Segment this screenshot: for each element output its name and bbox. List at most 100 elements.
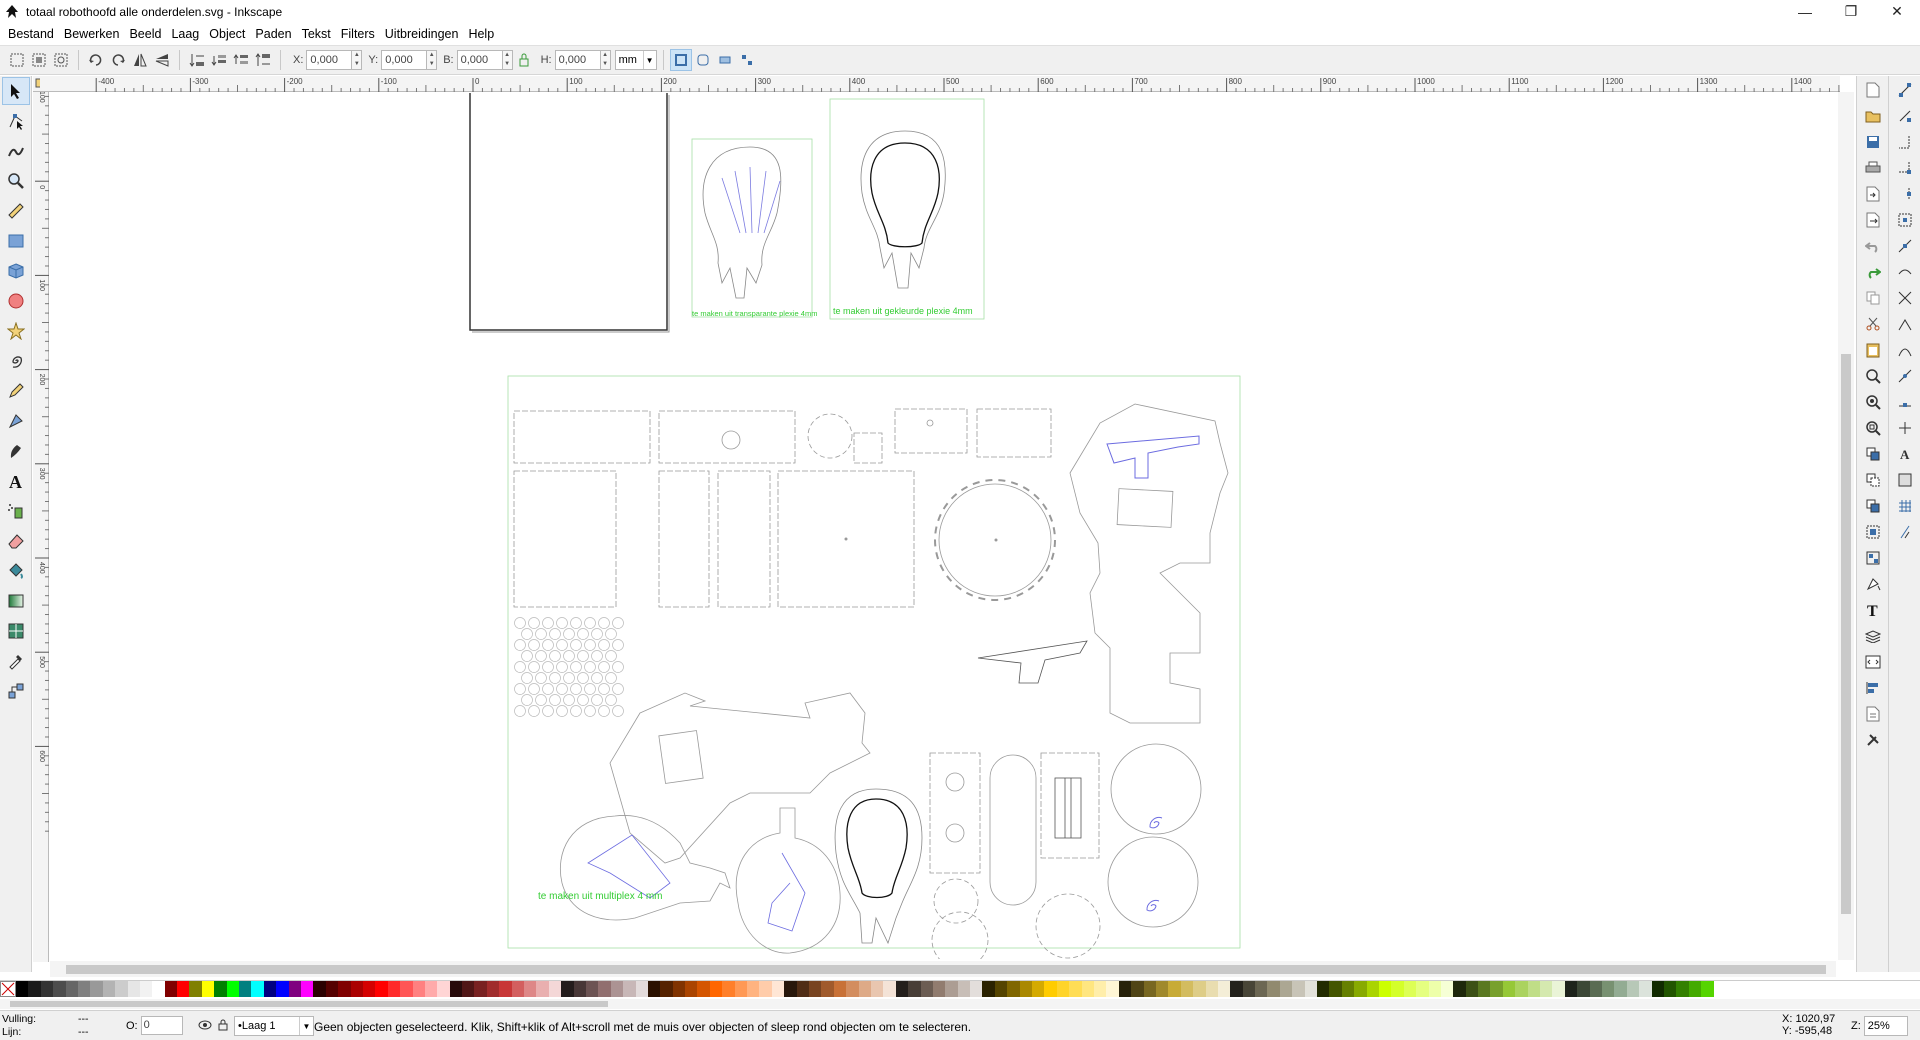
scale-stroke-toggle[interactable] xyxy=(669,49,692,71)
color-swatch[interactable] xyxy=(1317,981,1330,997)
color-swatch[interactable] xyxy=(672,981,686,997)
color-swatch[interactable] xyxy=(1515,981,1528,997)
color-swatch[interactable] xyxy=(1093,981,1107,997)
star-tool-icon[interactable] xyxy=(2,317,30,345)
snap-bbox-icon[interactable] xyxy=(1891,104,1919,128)
color-swatch[interactable] xyxy=(1626,981,1640,997)
color-swatch[interactable] xyxy=(1701,981,1714,997)
color-swatch[interactable] xyxy=(809,981,822,997)
menu-laag[interactable]: Laag xyxy=(166,27,204,41)
measure-tool-icon[interactable] xyxy=(2,197,30,225)
fill-stroke-icon[interactable] xyxy=(1859,572,1887,596)
copy-icon[interactable] xyxy=(1859,286,1887,310)
color-swatch[interactable] xyxy=(709,981,723,997)
color-swatch[interactable] xyxy=(908,981,921,997)
print-icon[interactable] xyxy=(1859,156,1887,180)
color-swatch[interactable] xyxy=(239,981,252,997)
color-swatch[interactable] xyxy=(548,981,562,997)
color-swatch[interactable] xyxy=(920,981,933,997)
color-swatch[interactable] xyxy=(1354,981,1367,997)
unlink-clone-icon[interactable] xyxy=(1859,494,1887,518)
color-swatch[interactable] xyxy=(932,981,946,997)
menu-object[interactable]: Object xyxy=(204,27,250,41)
snap-bbox-midpoint-icon[interactable] xyxy=(1891,182,1919,206)
color-swatch[interactable] xyxy=(1131,981,1144,997)
colored-plexi-group[interactable]: te maken uit gekleurde plexie 4mm xyxy=(829,98,985,320)
color-swatch[interactable] xyxy=(375,981,388,997)
redo-icon[interactable] xyxy=(1859,260,1887,284)
snap-object-midpoints-icon[interactable] xyxy=(1891,390,1919,414)
color-swatch[interactable] xyxy=(870,981,884,997)
eye-icon[interactable] xyxy=(198,1020,212,1033)
opacity-input[interactable]: 0 xyxy=(140,1016,183,1035)
color-swatch[interactable] xyxy=(1341,981,1355,997)
color-swatch[interactable] xyxy=(1676,981,1689,997)
selector-tool-icon[interactable] xyxy=(2,77,30,105)
menu-tekst[interactable]: Tekst xyxy=(297,27,336,41)
flip-vertical-icon[interactable] xyxy=(151,49,173,71)
minimize-button[interactable]: — xyxy=(1782,0,1828,23)
color-swatch[interactable] xyxy=(1416,981,1429,997)
layers-icon[interactable] xyxy=(1859,624,1887,648)
color-swatch[interactable] xyxy=(1440,981,1454,997)
move-patterns-toggle[interactable] xyxy=(736,49,758,71)
color-swatch[interactable] xyxy=(1589,981,1602,997)
height-input[interactable]: 0,000 xyxy=(554,50,601,70)
color-swatch[interactable] xyxy=(1378,981,1392,997)
zoom-selection-icon[interactable] xyxy=(1859,364,1887,388)
color-swatch[interactable] xyxy=(1602,981,1615,997)
color-swatch[interactable] xyxy=(201,981,215,997)
tweak-tool-icon[interactable] xyxy=(2,137,30,165)
scale-corners-toggle[interactable] xyxy=(692,49,714,71)
text-tool-icon[interactable]: A xyxy=(2,467,30,495)
raise-icon[interactable] xyxy=(230,49,252,71)
document-properties-icon[interactable] xyxy=(1859,702,1887,726)
color-swatch[interactable] xyxy=(1069,981,1082,997)
color-swatch[interactable] xyxy=(1267,981,1280,997)
color-swatch[interactable] xyxy=(1292,981,1305,997)
color-swatch[interactable] xyxy=(833,981,847,997)
color-swatch[interactable] xyxy=(127,981,140,997)
color-swatch[interactable] xyxy=(16,981,29,997)
lower-to-bottom-icon[interactable] xyxy=(186,49,208,71)
calligraphy-tool-icon[interactable] xyxy=(2,437,30,465)
color-swatch[interactable] xyxy=(214,981,227,997)
color-swatch[interactable] xyxy=(1205,981,1218,997)
color-swatch[interactable] xyxy=(300,981,314,997)
color-swatch[interactable] xyxy=(1193,981,1206,997)
color-swatch[interactable] xyxy=(139,981,153,997)
color-swatch[interactable] xyxy=(400,981,413,997)
new-document-icon[interactable] xyxy=(1859,78,1887,102)
zoom-input[interactable]: 25% xyxy=(1863,1016,1908,1036)
color-swatch[interactable] xyxy=(1552,981,1565,997)
multiplex-group[interactable]: te maken uit multiplex 4 mm xyxy=(507,375,1241,959)
y-input[interactable]: 0,000 xyxy=(381,50,428,70)
color-swatch[interactable] xyxy=(1180,981,1194,997)
unit-select[interactable]: mm ▼ xyxy=(614,50,657,70)
color-swatch[interactable] xyxy=(759,981,772,997)
color-swatch[interactable] xyxy=(1081,981,1094,997)
color-swatch[interactable] xyxy=(177,981,190,997)
snap-guides-icon[interactable] xyxy=(1891,520,1919,544)
color-swatch[interactable] xyxy=(164,981,178,997)
color-swatch[interactable] xyxy=(499,981,512,997)
dropper-tool-icon[interactable] xyxy=(2,647,30,675)
color-swatch[interactable] xyxy=(1019,981,1033,997)
color-swatch[interactable] xyxy=(437,981,450,997)
color-swatch[interactable] xyxy=(623,981,636,997)
snap-grids-icon[interactable] xyxy=(1891,494,1919,518)
x-input[interactable]: 0,000 xyxy=(306,50,353,70)
color-swatch[interactable] xyxy=(189,981,202,997)
color-swatch[interactable] xyxy=(424,981,438,997)
drawing-canvas[interactable]: te maken uit transparante plexie 4mm te … xyxy=(50,93,1836,959)
color-swatch[interactable] xyxy=(1651,981,1664,997)
save-document-icon[interactable] xyxy=(1859,130,1887,154)
gradient-tool-icon[interactable] xyxy=(2,587,30,615)
color-swatch[interactable] xyxy=(1453,981,1466,997)
horizontal-scroll-thumb[interactable] xyxy=(66,965,1826,974)
width-stepper[interactable]: ▲ ▼ xyxy=(502,50,513,70)
color-swatch[interactable] xyxy=(821,981,834,997)
color-swatch[interactable] xyxy=(573,981,586,997)
color-swatch[interactable] xyxy=(1143,981,1156,997)
color-swatch[interactable] xyxy=(635,981,648,997)
